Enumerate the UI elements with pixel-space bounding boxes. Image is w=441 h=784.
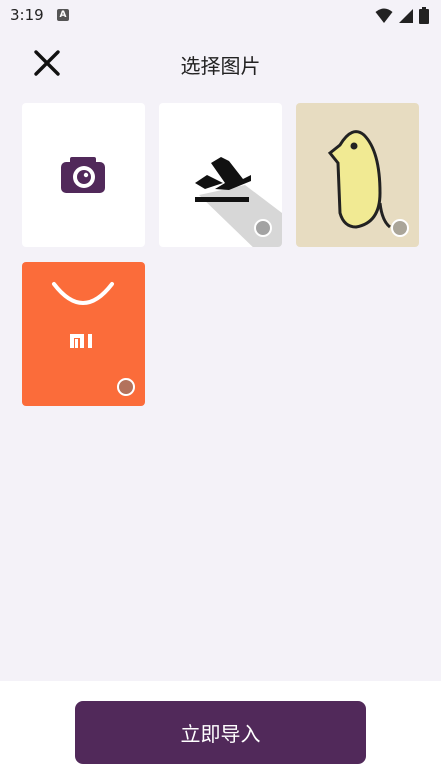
signal-icon bbox=[399, 8, 413, 23]
battery-icon bbox=[419, 7, 429, 24]
select-circle[interactable] bbox=[117, 378, 135, 396]
select-circle[interactable] bbox=[391, 219, 409, 237]
mi-image[interactable] bbox=[22, 262, 145, 406]
select-circle[interactable] bbox=[254, 219, 272, 237]
import-button[interactable]: 立即导入 bbox=[75, 701, 366, 764]
wifi-icon bbox=[375, 8, 393, 23]
plane-image[interactable] bbox=[159, 103, 282, 247]
page-title: 选择图片 bbox=[180, 54, 261, 78]
bottom-bar: 立即导入 bbox=[0, 681, 441, 784]
status-time: 3:19 bbox=[10, 6, 44, 24]
camera-icon bbox=[61, 157, 105, 193]
camera-tile[interactable] bbox=[22, 103, 145, 247]
bird-image[interactable] bbox=[296, 103, 419, 247]
status-icons bbox=[375, 7, 429, 24]
header: 选择图片 bbox=[0, 36, 441, 90]
status-bar: 3:19 A bbox=[0, 0, 441, 32]
notification-icon: A bbox=[57, 9, 69, 21]
